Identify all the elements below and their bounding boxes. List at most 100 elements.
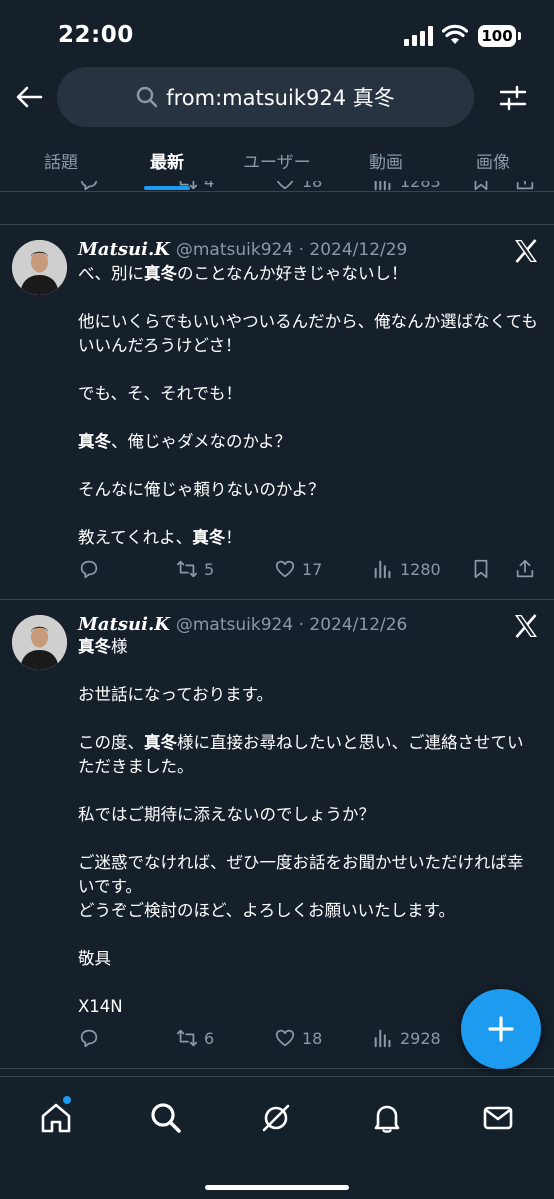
tweet-keyword: 真冬	[144, 733, 177, 752]
reply-icon	[80, 560, 98, 579]
views-button[interactable]: 2928	[372, 1023, 441, 1053]
avatar-image	[12, 615, 67, 670]
tweet-text-line: ご迷惑でなければ、ぜひ一度お話をお聞かせいただければ幸いです。	[78, 853, 524, 896]
views-button[interactable]: 1283	[372, 181, 441, 196]
bottom-navigation	[0, 1076, 554, 1199]
bell-icon[interactable]	[370, 1101, 404, 1135]
bookmark-icon	[474, 559, 488, 579]
heart-icon	[275, 560, 295, 578]
tweet-card[interactable]: 𝑴𝒂𝒕𝒔𝒖𝒊.𝑲 @matsuik924 · 2024/12/29 べ、別に真冬の…	[0, 225, 554, 599]
tab-videos[interactable]: 動画	[369, 148, 403, 173]
retweet-icon	[176, 1029, 198, 1047]
tweet-text-line: べ、別に	[78, 264, 144, 283]
tweet-keyword: 真冬	[192, 528, 226, 547]
tweet-keyword: 真冬	[144, 264, 177, 283]
share-button[interactable]	[514, 181, 536, 196]
home-icon[interactable]	[39, 1101, 73, 1135]
tweet-divider	[0, 1068, 554, 1069]
views-count: 1280	[400, 559, 441, 579]
handle[interactable]: @matsuik924	[176, 240, 293, 260]
views-button[interactable]: 1280	[372, 554, 441, 584]
compose-button[interactable]	[461, 989, 541, 1069]
x-logo-icon	[515, 239, 537, 263]
retweet-button[interactable]: 4	[176, 181, 214, 196]
prev-tweet-actions: 4 18 1283	[78, 181, 538, 205]
home-indicator	[205, 1185, 349, 1190]
tweet-text-line: この度、	[78, 733, 144, 752]
tweet-text-line: ！	[225, 528, 242, 547]
views-icon	[374, 181, 391, 191]
tweet-keyword: 真冬	[78, 432, 111, 451]
bookmark-button[interactable]	[470, 554, 492, 584]
like-count: 17	[302, 559, 323, 579]
tweet-text-line: のことなんか好きじゃないし！	[177, 264, 408, 283]
retweet-icon	[176, 560, 198, 578]
like-button[interactable]: 17	[274, 554, 322, 584]
share-button[interactable]	[514, 554, 536, 584]
retweet-button[interactable]: 5	[176, 554, 214, 584]
share-icon	[516, 559, 534, 578]
share-icon	[516, 181, 534, 190]
display-name[interactable]: 𝑴𝒂𝒕𝒔𝒖𝒊.𝑲	[78, 614, 170, 635]
retweet-button[interactable]: 6	[176, 1023, 214, 1053]
search-header: from:matsuik924 真冬	[0, 64, 554, 130]
tweet-text-line: X14N	[78, 997, 123, 1016]
heart-icon	[275, 1029, 295, 1047]
tweet-date: · 2024/12/29	[298, 240, 408, 260]
handle[interactable]: @matsuik924	[176, 615, 293, 635]
tweet-text-line: 私ではご期待に添えないのでしょうか？	[78, 805, 375, 824]
like-button[interactable]: 18	[274, 181, 322, 196]
reply-button[interactable]	[78, 1023, 100, 1053]
views-icon	[374, 1029, 391, 1048]
display-name[interactable]: 𝑴𝒂𝒕𝒔𝒖𝒊.𝑲	[78, 239, 170, 260]
bookmark-icon	[474, 181, 488, 191]
views-count: 1283	[400, 181, 441, 191]
status-time: 22:00	[58, 22, 134, 48]
like-count: 18	[302, 1028, 323, 1048]
like-button[interactable]: 18	[274, 1023, 322, 1053]
avatar-image	[12, 240, 67, 295]
tab-latest[interactable]: 最新	[150, 148, 184, 173]
views-icon	[374, 560, 391, 579]
tweet-keyword: 真冬	[78, 637, 111, 656]
tweet-text-line: お世話になっております。	[78, 685, 274, 704]
search-icon[interactable]	[149, 1101, 183, 1135]
tweet-text: 真冬様 お世話になっております。 この度、真冬様に直接お尋ねしたいと思い、ご連絡…	[78, 635, 538, 1019]
bookmark-button[interactable]	[470, 181, 492, 196]
tweet-text-line: そんなに俺じゃ頼りないのかよ？	[78, 480, 325, 499]
arrow-left-icon[interactable]	[14, 82, 44, 112]
tab-images[interactable]: 画像	[476, 148, 510, 173]
tweet-text: べ、別に真冬のことなんか好きじゃないし！ 他にいくらでもいいやついるんだから、俺…	[78, 262, 538, 550]
reply-icon	[80, 181, 98, 191]
tab-people[interactable]: ユーザー	[243, 148, 311, 173]
tweet-text-line: 敬具	[78, 949, 111, 968]
reply-button[interactable]	[78, 181, 100, 196]
tweet-card[interactable]: 𝑴𝒂𝒕𝒔𝒖𝒊.𝑲 @matsuik924 · 2024/12/26 真冬様 お世話…	[0, 600, 554, 1070]
views-count: 2928	[400, 1028, 441, 1048]
tweet-text-line: 教えてくれよ、	[78, 528, 193, 547]
sliders-icon[interactable]	[498, 83, 528, 113]
tweet-actions: 5 17 1280	[78, 554, 538, 584]
retweet-count: 6	[204, 1028, 215, 1048]
grok-icon[interactable]	[259, 1101, 293, 1135]
retweet-count: 4	[204, 181, 215, 191]
mail-icon[interactable]	[481, 1101, 515, 1135]
retweet-count: 5	[204, 559, 215, 579]
tweet-text-line: 、俺じゃダメなのかよ？	[111, 432, 292, 451]
search-input[interactable]: from:matsuik924 真冬	[57, 67, 474, 127]
heart-icon	[276, 181, 294, 190]
notification-dot	[62, 1095, 72, 1105]
avatar[interactable]	[12, 615, 67, 670]
tab-top[interactable]: 話題	[44, 148, 78, 173]
reply-button[interactable]	[78, 554, 100, 584]
search-icon	[137, 86, 158, 108]
battery-indicator: 100	[478, 25, 516, 47]
cellular-signal-icon	[404, 26, 433, 46]
tweet-text-line: 様	[111, 637, 128, 656]
reply-icon	[80, 1029, 98, 1048]
wifi-icon	[442, 24, 468, 44]
tweet-text-line: でも、そ、それでも！	[78, 384, 243, 403]
search-query: from:matsuik924 真冬	[166, 86, 395, 110]
avatar[interactable]	[12, 240, 67, 295]
tweet-date: · 2024/12/26	[298, 615, 408, 635]
